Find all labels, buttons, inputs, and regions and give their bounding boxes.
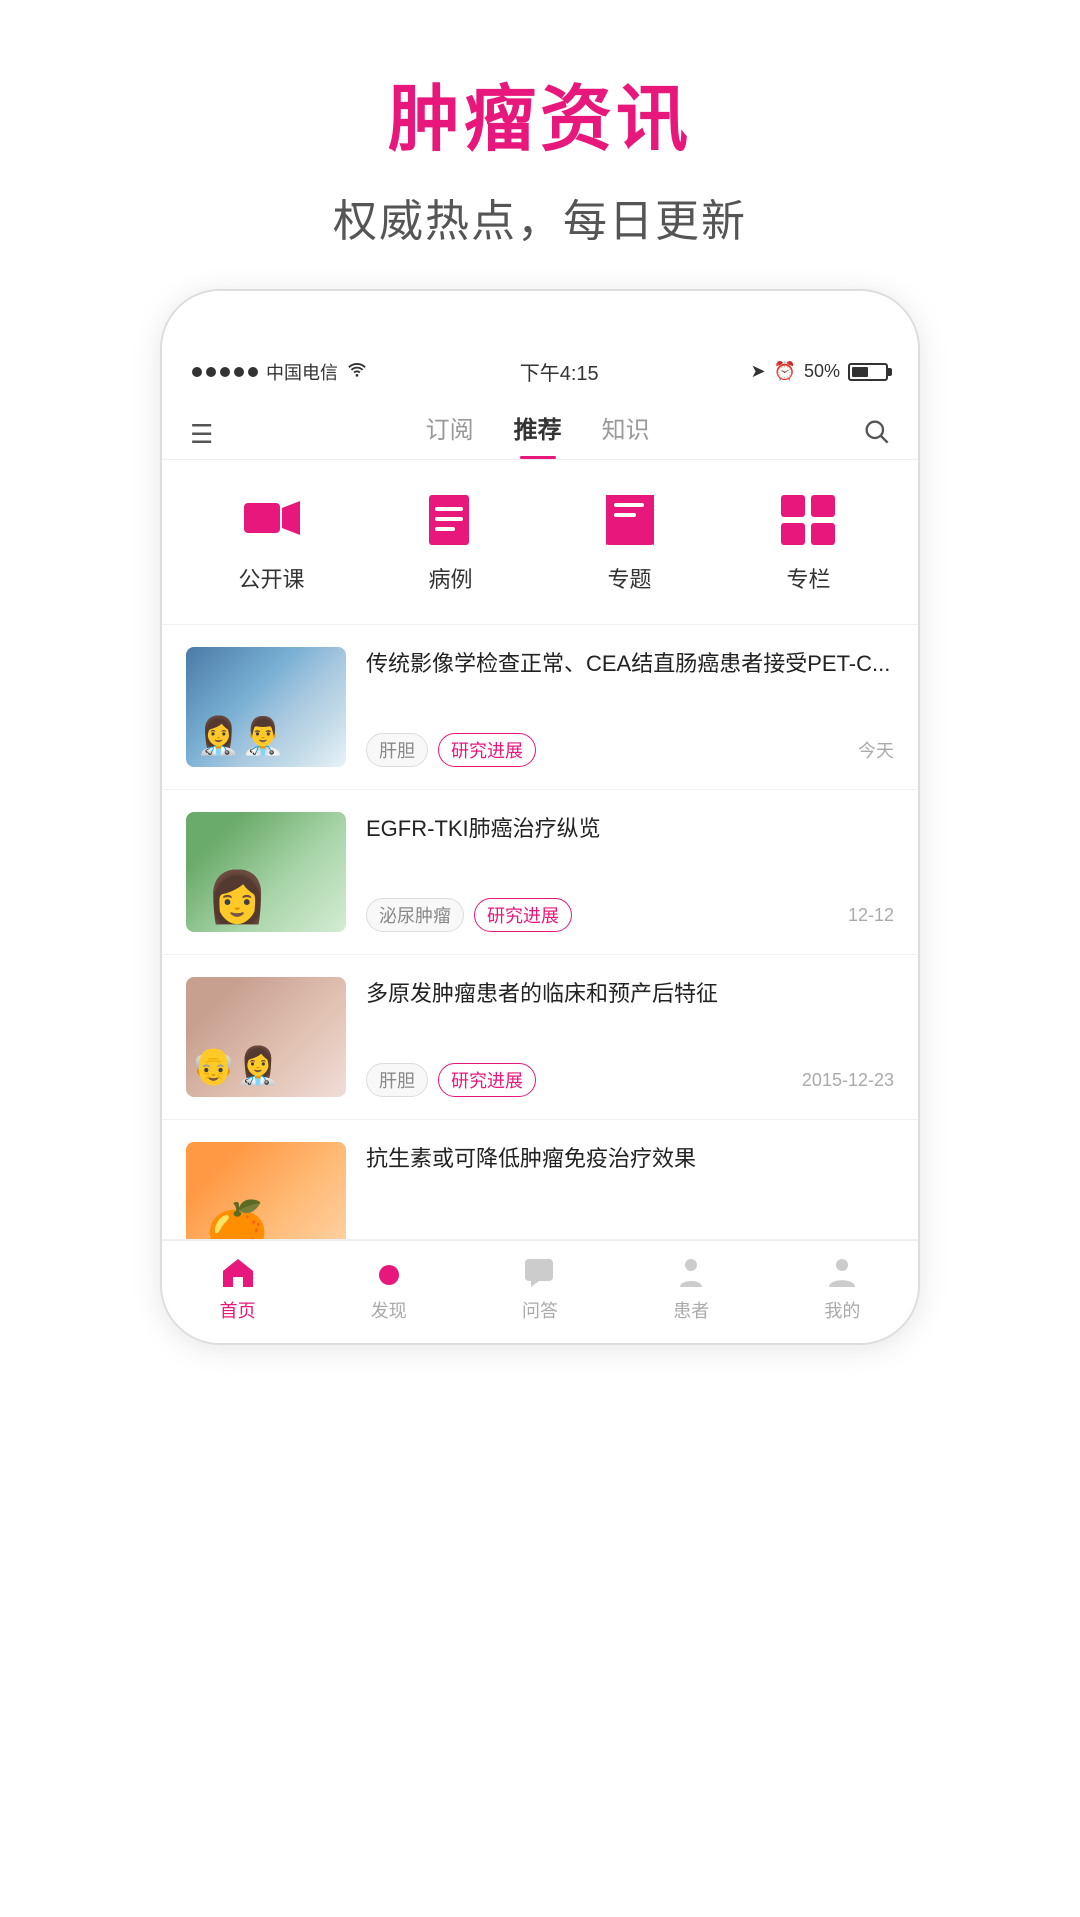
tab-subscribe[interactable]: 订阅: [426, 410, 474, 459]
status-time: 下午4:15: [520, 357, 599, 386]
discovery-dot-icon: [379, 1265, 399, 1285]
article-content-1: 传统影像学检查正常、CEA结直肠癌患者接受PET-C... 肝胆 研究进展 今天: [366, 647, 894, 767]
page-title: 肿瘤资讯: [333, 60, 747, 165]
article-thumbnail-3: [186, 977, 346, 1097]
category-gongkaike[interactable]: 公开课: [237, 490, 307, 594]
article-meta-1: 肝胆 研究进展 今天: [366, 733, 894, 767]
bottom-nav-patient[interactable]: 患者: [616, 1255, 767, 1323]
category-zhuanti-label: 专题: [607, 562, 651, 594]
article-title-2: EGFR-TKI肺癌治疗纵览: [366, 812, 894, 845]
video-icon-box: [237, 490, 307, 550]
article-thumbnail-4: [186, 1142, 346, 1240]
battery-indicator: [848, 363, 888, 381]
category-bingli-label: 病例: [428, 562, 472, 594]
tag-niaolu-2: 泌尿肿瘤: [366, 898, 464, 932]
article-item-4[interactable]: 抗生素或可降低肿瘤免疫治疗效果: [162, 1120, 918, 1240]
category-zhuanti[interactable]: 专题: [595, 490, 665, 594]
patient-icon: [674, 1257, 708, 1289]
grid-icon-box: [774, 490, 844, 550]
tab-knowledge[interactable]: 知识: [602, 410, 650, 459]
bottom-nav: 首页 发现 问答: [162, 1240, 918, 1343]
nav-tab-group: 订阅 推荐 知识: [426, 410, 650, 459]
discovery-icon-container: [369, 1255, 409, 1291]
home-label: 首页: [220, 1297, 256, 1323]
patient-label: 患者: [673, 1297, 709, 1323]
category-zhuanlan[interactable]: 专栏: [774, 490, 844, 594]
location-icon: ➤: [750, 361, 765, 382]
status-right: ➤ ⏰ 50%: [750, 361, 888, 382]
article-date-3: 2015-12-23: [802, 1070, 894, 1091]
category-bingli[interactable]: 病例: [416, 490, 486, 594]
tag-yanjiu-3: 研究进展: [438, 1063, 536, 1097]
tag-yanjiu-1: 研究进展: [438, 733, 536, 767]
battery-bar: [848, 363, 888, 381]
article-meta-2: 泌尿肿瘤 研究进展 12-12: [366, 898, 894, 932]
phone-top-area: [162, 291, 918, 341]
article-item-3[interactable]: 多原发肿瘤患者的临床和预产后特征 肝胆 研究进展 2015-12-23: [162, 955, 918, 1120]
page-header: 肿瘤资讯 权威热点，每日更新: [333, 0, 747, 289]
phone-frame: 中国电信 下午4:15 ➤ ⏰ 50% ☰ 订阅 推荐 知识: [160, 289, 920, 1345]
carrier-label: 中国电信: [266, 359, 338, 385]
my-icon: [825, 1257, 859, 1289]
home-icon-container: [218, 1255, 258, 1291]
menu-icon[interactable]: ☰: [190, 419, 213, 450]
grid-icon: [779, 493, 839, 548]
article-meta-3: 肝胆 研究进展 2015-12-23: [366, 1063, 894, 1097]
tag-ganpan-3: 肝胆: [366, 1063, 428, 1097]
signal-dot-5: [248, 367, 258, 377]
article-item-1[interactable]: 传统影像学检查正常、CEA结直肠癌患者接受PET-C... 肝胆 研究进展 今天: [162, 625, 918, 790]
article-thumbnail-1: [186, 647, 346, 767]
battery-fill: [852, 367, 868, 377]
search-icon[interactable]: [862, 417, 890, 452]
alarm-icon: ⏰: [774, 361, 796, 382]
qa-label: 问答: [522, 1297, 558, 1323]
category-zhuanlan-label: 专栏: [786, 562, 830, 594]
patient-icon-container: [671, 1255, 711, 1291]
battery-percent: 50%: [804, 361, 840, 382]
discovery-label: 发现: [371, 1297, 407, 1323]
article-title-4: 抗生素或可降低肿瘤免疫治疗效果: [366, 1142, 894, 1175]
bottom-nav-discovery[interactable]: 发现: [313, 1255, 464, 1323]
tab-recommend[interactable]: 推荐: [514, 410, 562, 459]
home-icon: [221, 1257, 255, 1289]
article-item-2[interactable]: EGFR-TKI肺癌治疗纵览 泌尿肿瘤 研究进展 12-12: [162, 790, 918, 955]
bookmark-icon-box: [595, 490, 665, 550]
category-section: 公开课 病例: [162, 460, 918, 625]
article-list: 传统影像学检查正常、CEA结直肠癌患者接受PET-C... 肝胆 研究进展 今天…: [162, 625, 918, 1240]
article-content-4: 抗生素或可降低肿瘤免疫治疗效果: [366, 1142, 894, 1217]
status-bar: 中国电信 下午4:15 ➤ ⏰ 50%: [162, 341, 918, 396]
article-thumbnail-2: [186, 812, 346, 932]
signal-dot-4: [234, 367, 244, 377]
article-date-2: 12-12: [848, 905, 894, 926]
bottom-nav-my[interactable]: 我的: [767, 1255, 918, 1323]
bookmark-icon: [600, 493, 660, 548]
bottom-nav-home[interactable]: 首页: [162, 1255, 313, 1323]
article-content-3: 多原发肿瘤患者的临床和预产后特征 肝胆 研究进展 2015-12-23: [366, 977, 894, 1097]
tag-yanjiu-2: 研究进展: [474, 898, 572, 932]
my-icon-container: [822, 1255, 862, 1291]
signal-dots: [192, 367, 258, 377]
article-date-1: 今天: [858, 737, 894, 763]
status-left: 中国电信: [192, 359, 368, 385]
document-icon-box: [416, 490, 486, 550]
tag-ganpan-1: 肝胆: [366, 733, 428, 767]
my-label: 我的: [824, 1297, 860, 1323]
page-subtitle: 权威热点，每日更新: [333, 185, 747, 249]
video-camera-icon: [242, 493, 302, 548]
qa-icon: [523, 1257, 557, 1289]
document-icon: [421, 493, 481, 548]
signal-dot-2: [206, 367, 216, 377]
nav-tabs: ☰ 订阅 推荐 知识: [162, 396, 918, 460]
category-gongkaike-label: 公开课: [238, 562, 304, 594]
article-title-1: 传统影像学检查正常、CEA结直肠癌患者接受PET-C...: [366, 647, 894, 680]
article-title-3: 多原发肿瘤患者的临床和预产后特征: [366, 977, 894, 1010]
bottom-nav-qa[interactable]: 问答: [464, 1255, 615, 1323]
wifi-icon: [346, 360, 368, 383]
article-content-2: EGFR-TKI肺癌治疗纵览 泌尿肿瘤 研究进展 12-12: [366, 812, 894, 932]
qa-icon-container: [520, 1255, 560, 1291]
signal-dot-1: [192, 367, 202, 377]
signal-dot-3: [220, 367, 230, 377]
